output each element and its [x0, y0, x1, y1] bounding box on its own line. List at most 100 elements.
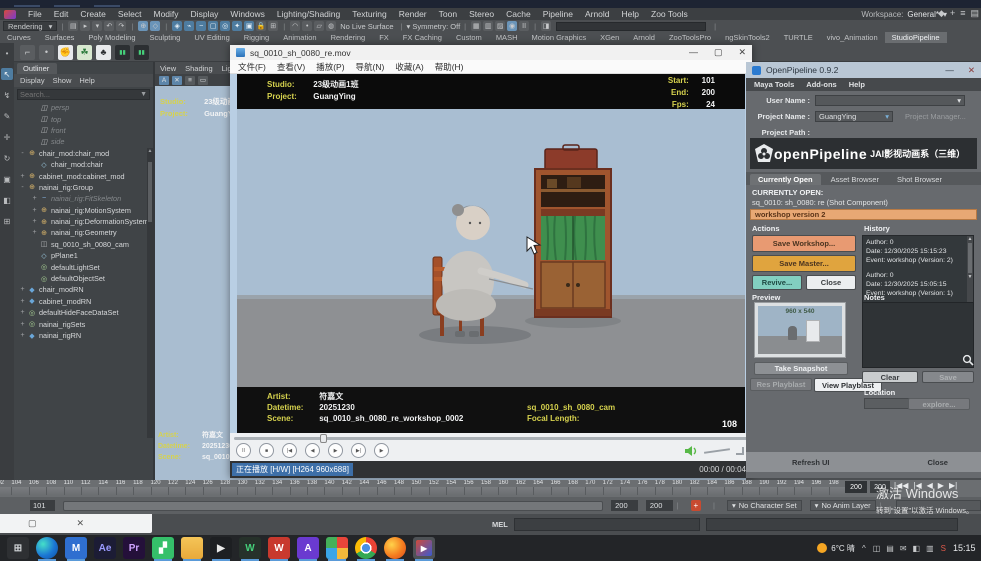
menu-item[interactable]: Stereo — [463, 9, 500, 19]
minimize-icon[interactable]: — — [945, 65, 954, 76]
taskbar-icon[interactable]: Ae — [94, 537, 116, 559]
close-window-button[interactable]: Close — [918, 456, 958, 469]
close-icon[interactable]: ✕ — [738, 47, 746, 58]
transport-button[interactable]: ◀ — [305, 443, 320, 458]
frame-tick[interactable]: 186 — [724, 480, 741, 495]
no-gate-icon[interactable]: ✕ — [172, 76, 182, 85]
frame-tick[interactable]: 158 — [481, 480, 498, 495]
menu-item[interactable]: Edit — [48, 9, 75, 19]
frame-tick[interactable]: 174 — [620, 480, 637, 495]
playback-button[interactable]: |◀ — [913, 481, 921, 490]
workspace-icon[interactable]: ◆ — [938, 8, 945, 19]
shelf-tab[interactable]: Rendering — [324, 32, 373, 43]
search-input[interactable] — [20, 90, 140, 99]
snap-point-icon[interactable]: • — [302, 21, 312, 31]
playback-options-field[interactable] — [896, 500, 981, 511]
outliner-node[interactable]: + chair_modRN — [14, 284, 153, 295]
menu-item[interactable]: Zoo Tools — [645, 9, 694, 19]
live-surface-icon[interactable]: ◍ — [326, 21, 336, 31]
shelf-arrow-icon[interactable]: ⌐ — [20, 45, 35, 60]
taskbar-icon[interactable]: ⊞ — [7, 537, 29, 559]
camera-lock-icon[interactable]: A — [159, 76, 169, 85]
player-menu-item[interactable]: 文件(F) — [238, 61, 266, 73]
frame-tick[interactable]: 110 — [64, 480, 81, 495]
frame-tick[interactable]: 192 — [777, 480, 794, 495]
frame-tick[interactable]: 118 — [133, 480, 150, 495]
outliner-node[interactable]: sq_0010_sh_0080_cam — [14, 239, 153, 250]
frame-tick[interactable]: 160 — [498, 480, 515, 495]
frame-tick[interactable]: 194 — [794, 480, 811, 495]
playblast-player-window[interactable]: sq_0010_sh_0080_re.mov — ▢ ✕ 文件(F)查看(V)播… — [230, 45, 752, 478]
mask-joints-icon[interactable]: ⌁ — [184, 21, 194, 31]
taskbar-icon[interactable]: W — [268, 537, 290, 559]
menu-item[interactable]: Help — [616, 9, 645, 19]
mask-curves-icon[interactable]: ~ — [196, 21, 206, 31]
scale-tool-icon[interactable]: ▣ — [1, 173, 13, 185]
frame-tick[interactable]: 144 — [359, 480, 376, 495]
menu-item[interactable]: Render — [393, 9, 433, 19]
frame-tick[interactable]: 128 — [220, 480, 237, 495]
frame-tick[interactable]: 146 — [377, 480, 394, 495]
frame-tick[interactable]: 122 — [168, 480, 185, 495]
minimize-icon[interactable]: — — [689, 47, 698, 58]
menu-toggle-icon[interactable]: • — [1, 47, 13, 59]
save-workshop-button[interactable]: Save Workshop... — [752, 235, 856, 252]
frame-tick[interactable]: 196 — [811, 480, 828, 495]
plant-tool-icon[interactable]: ☘ — [77, 45, 92, 60]
mel-label[interactable]: MEL — [492, 520, 508, 529]
player-title-bar[interactable]: sq_0010_sh_0080_re.mov — ▢ ✕ — [230, 45, 752, 60]
frame-tick[interactable]: 182 — [690, 480, 707, 495]
menu-item[interactable]: Windows — [224, 9, 270, 19]
frame-tick[interactable]: 172 — [603, 480, 620, 495]
paint-select-tool-icon[interactable]: ✎ — [1, 110, 13, 122]
four-pane-layout-icon[interactable]: ⊞ — [1, 215, 13, 227]
frame-tick[interactable]: 170 — [585, 480, 602, 495]
menu-item[interactable]: Create — [74, 9, 112, 19]
shelf-tab[interactable]: Custom — [449, 32, 489, 43]
tray-icon[interactable]: ▥ — [926, 544, 934, 553]
playback-button[interactable]: ◀ — [927, 481, 933, 490]
frame-tick[interactable]: 108 — [46, 480, 63, 495]
clock-out-icon[interactable]: ▮▮ — [134, 45, 149, 60]
frame-tick[interactable]: 198 — [829, 480, 846, 495]
frame-tick[interactable]: 114 — [98, 480, 115, 495]
taskbar-icon[interactable]: A — [297, 537, 319, 559]
undo-icon[interactable]: ↶ — [104, 21, 114, 31]
frame-tick[interactable]: 168 — [568, 480, 585, 495]
frame-tick[interactable]: 102 — [0, 480, 11, 495]
lasso-tool-icon[interactable]: ↯ — [1, 89, 13, 101]
tray-icon[interactable]: ▤ — [886, 544, 894, 553]
taskbar-clock[interactable]: 15:15 — [953, 543, 979, 553]
frame-tick[interactable]: 188 — [742, 480, 759, 495]
current-frame-field[interactable]: 200 — [870, 481, 890, 493]
shelf-tab[interactable]: Sculpting — [142, 32, 187, 43]
film-gate-icon[interactable]: ▭ — [198, 76, 208, 85]
openpipeline-window[interactable]: OpenPipeline 0.9.2 —✕ Maya ToolsAdd-onsH… — [746, 62, 981, 478]
seek-handle[interactable] — [320, 434, 327, 443]
player-menu-item[interactable]: 查看(V) — [277, 61, 305, 73]
menu-item[interactable]: Pipeline — [537, 9, 579, 19]
lines-icon[interactable]: ▤ — [970, 8, 979, 19]
tray-alert-icon[interactable]: S — [941, 544, 946, 553]
preview-thumbnail[interactable]: 960 x 540 — [754, 302, 846, 358]
frame-tick[interactable]: 130 — [237, 480, 254, 495]
frame-tick[interactable]: 116 — [116, 480, 133, 495]
render-settings-icon[interactable]: ▨ — [495, 21, 505, 31]
taskbar-icon[interactable]: M — [65, 537, 87, 559]
frame-tick[interactable]: 142 — [342, 480, 359, 495]
symmetry-toggle[interactable]: ▾ Symmetry: Off — [407, 22, 461, 31]
layout-icon[interactable]: ≡ — [960, 8, 965, 19]
menu-item[interactable]: Arnold — [579, 9, 616, 19]
shelf-tab[interactable]: Arnold — [626, 32, 662, 43]
volume-icon[interactable] — [684, 445, 698, 457]
frame-tick[interactable]: 124 — [185, 480, 202, 495]
explore-button[interactable]: explore... — [908, 398, 970, 410]
menu-item[interactable]: Display — [185, 9, 225, 19]
frame-tick[interactable]: 112 — [81, 480, 98, 495]
viewport-menu-item[interactable]: Shading — [185, 64, 213, 73]
shelf-tab[interactable]: Surfaces — [38, 32, 82, 43]
mask-surfaces-icon[interactable]: ▢ — [208, 21, 218, 31]
select-tool-icon[interactable]: ↖ — [1, 68, 13, 80]
taskbar-icon[interactable] — [36, 537, 58, 559]
frame-tick[interactable]: 138 — [307, 480, 324, 495]
